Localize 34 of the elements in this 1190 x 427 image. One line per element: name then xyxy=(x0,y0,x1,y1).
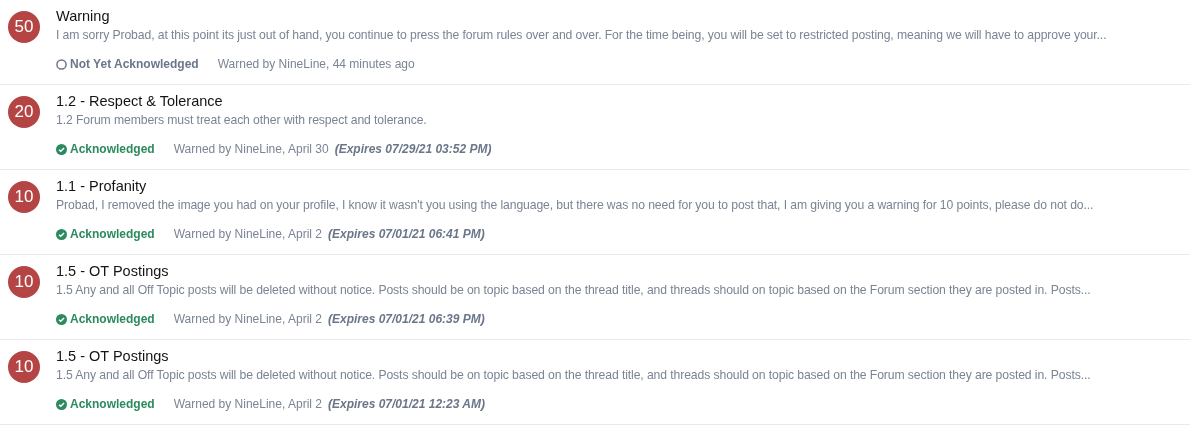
warned-by-text: Warned by NineLine, April 2 xyxy=(173,396,322,412)
check-circle-icon xyxy=(56,228,67,240)
status-label: Acknowledged xyxy=(70,226,155,242)
points-badge: 50 xyxy=(8,11,40,43)
points-badge: 10 xyxy=(8,181,40,213)
points-badge: 10 xyxy=(8,351,40,383)
expiry-text: (Expires 07/29/21 03:52 PM) xyxy=(334,141,492,157)
expiry-text: (Expires 07/01/21 12:23 AM) xyxy=(328,396,485,412)
expiry-text: (Expires 07/01/21 06:41 PM) xyxy=(328,226,485,242)
warning-title[interactable]: 1.1 - Profanity xyxy=(56,176,1094,196)
expiry-text: (Expires 07/01/21 06:39 PM) xyxy=(328,311,485,327)
warning-title[interactable]: 1.5 - OT Postings xyxy=(56,261,1091,281)
warning-title[interactable]: 1.5 - OT Postings xyxy=(56,346,1091,366)
warning-description: 1.5 Any and all Off Topic posts will be deleted without notice. Posts should be on topic based on the thread title, and threads should on topic based on the Forum section they are posted in. Posts... xyxy=(56,282,1091,299)
circle-icon xyxy=(56,58,67,70)
warned-by-text: Warned by NineLine, 44 minutes ago xyxy=(217,56,415,72)
status-label: Acknowledged xyxy=(70,141,155,157)
points-badge: 10 xyxy=(8,266,40,298)
status-label: Not Yet Acknowledged xyxy=(70,56,199,72)
warning-description: 1.5 Any and all Off Topic posts will be deleted without notice. Posts should be on topic based on the thread title, and threads should on topic based on the Forum section they are posted in. Posts... xyxy=(56,367,1091,384)
points-badge: 20 xyxy=(8,96,40,128)
warning-description: I am sorry Probad, at this point its just out of hand, you continue to press the forum rules over and over. For the time being, you will be set to restricted posting, meaning we will have to approve your... xyxy=(56,27,1107,44)
check-circle-icon xyxy=(56,313,67,325)
status-label: Acknowledged xyxy=(70,396,155,412)
status-label: Acknowledged xyxy=(70,311,155,327)
warning-description: Probad, I removed the image you had on your profile, I know it wasn't you using the language, but there was no need for you to post that, I am giving you a warning for 10 points, please do not do... xyxy=(56,197,1094,214)
warned-by-text: Warned by NineLine, April 30 xyxy=(173,141,329,157)
warning-title[interactable]: Warning xyxy=(56,6,1107,26)
warned-by-text: Warned by NineLine, April 2 xyxy=(173,226,322,242)
warning-title[interactable]: 1.2 - Respect & Tolerance xyxy=(56,91,492,111)
warned-by-text: Warned by NineLine, April 2 xyxy=(173,311,322,327)
check-circle-icon xyxy=(56,398,67,410)
check-circle-icon xyxy=(56,143,67,155)
warning-description: 1.2 Forum members must treat each other with respect and tolerance. xyxy=(56,112,428,129)
